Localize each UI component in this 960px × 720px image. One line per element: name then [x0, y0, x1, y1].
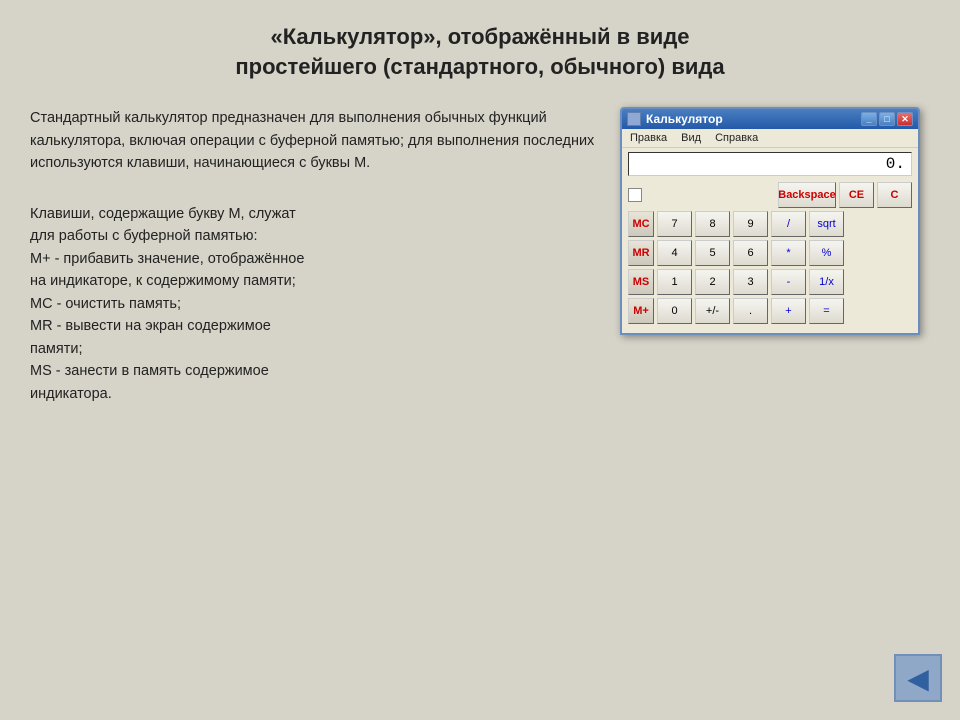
back-arrow-icon: ◀ — [907, 662, 929, 695]
mr-button[interactable]: MR — [628, 240, 654, 266]
sqrt-button[interactable]: sqrt — [809, 211, 844, 237]
calculator-column: Калькулятор _ □ ✕ Правка Вид — [620, 107, 930, 433]
mplus-button[interactable]: M+ — [628, 298, 654, 324]
btn-1[interactable]: 1 — [657, 269, 692, 295]
paragraph-1: Стандартный калькулятор предназначен для… — [30, 107, 600, 174]
reciprocal-button[interactable]: 1/x — [809, 269, 844, 295]
ms-button[interactable]: MS — [628, 269, 654, 295]
multiply-button[interactable]: * — [771, 240, 806, 266]
menu-item-edit[interactable]: Правка — [626, 131, 671, 145]
calc-display-area: 0. — [622, 148, 918, 178]
btn-7[interactable]: 7 — [657, 211, 692, 237]
calc-menubar: Правка Вид Справка — [622, 129, 918, 148]
close-button[interactable]: ✕ — [897, 112, 913, 126]
mc-button[interactable]: MC — [628, 211, 654, 237]
calc-row-1: Backspace CE C — [628, 182, 912, 208]
c-button[interactable]: C — [877, 182, 912, 208]
add-button[interactable]: + — [771, 298, 806, 324]
menu-item-help[interactable]: Справка — [711, 131, 762, 145]
calc-row-2: MC 7 8 9 / sqrt — [628, 211, 912, 237]
memory-indicator — [628, 188, 642, 202]
btn-6[interactable]: 6 — [733, 240, 768, 266]
paragraph-2: Клавиши, содержащие букву М, служат для … — [30, 203, 600, 405]
btn-9[interactable]: 9 — [733, 211, 768, 237]
calc-display: 0. — [628, 152, 912, 176]
nav-back-button[interactable]: ◀ — [894, 654, 942, 702]
calc-row-3: MR 4 5 6 * % — [628, 240, 912, 266]
minimize-button[interactable]: _ — [861, 112, 877, 126]
decimal-button[interactable]: . — [733, 298, 768, 324]
ce-button[interactable]: CE — [839, 182, 874, 208]
btn-5[interactable]: 5 — [695, 240, 730, 266]
equals-button[interactable]: = — [809, 298, 844, 324]
percent-button[interactable]: % — [809, 240, 844, 266]
calc-title: Калькулятор — [627, 112, 723, 126]
divide-button[interactable]: / — [771, 211, 806, 237]
btn-2[interactable]: 2 — [695, 269, 730, 295]
sign-button[interactable]: +/- — [695, 298, 730, 324]
calc-row-5: M+ 0 +/- . + = — [628, 298, 912, 324]
calc-buttons: Backspace CE C MC 7 8 9 / sqrt MR 4 — [622, 178, 918, 333]
menu-item-view[interactable]: Вид — [677, 131, 705, 145]
content-area: Стандартный калькулятор предназначен для… — [0, 97, 960, 443]
btn-0[interactable]: 0 — [657, 298, 692, 324]
btn-8[interactable]: 8 — [695, 211, 730, 237]
text-column: Стандартный калькулятор предназначен для… — [30, 107, 600, 433]
backspace-button[interactable]: Backspace — [778, 182, 836, 208]
subtract-button[interactable]: - — [771, 269, 806, 295]
calc-title-buttons: _ □ ✕ — [861, 112, 913, 126]
maximize-button[interactable]: □ — [879, 112, 895, 126]
btn-4[interactable]: 4 — [657, 240, 692, 266]
calc-row-4: MS 1 2 3 - 1/x — [628, 269, 912, 295]
calculator-window: Калькулятор _ □ ✕ Правка Вид — [620, 107, 920, 335]
calc-app-icon — [627, 112, 641, 126]
calc-titlebar: Калькулятор _ □ ✕ — [622, 109, 918, 129]
btn-3[interactable]: 3 — [733, 269, 768, 295]
page-title: «Калькулятор», отображённый в виде прост… — [0, 0, 960, 97]
